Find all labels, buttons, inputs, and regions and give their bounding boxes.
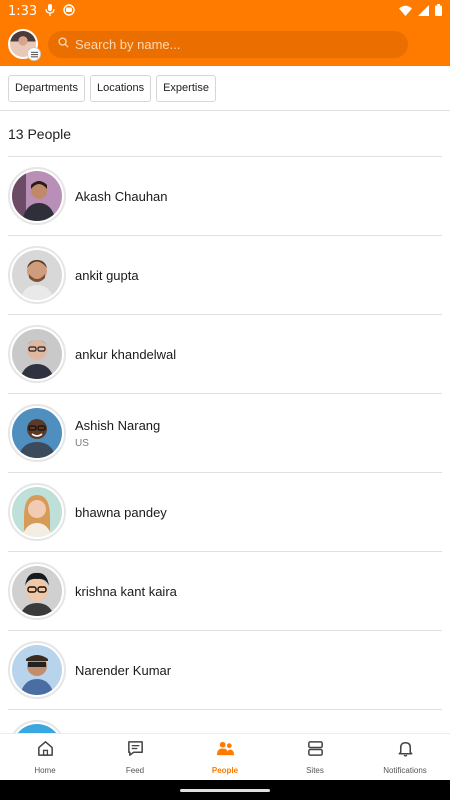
avatar [8,483,66,541]
microphone-icon [45,3,55,19]
filter-bar: Departments Locations Expertise [0,66,450,111]
avatar [8,720,66,733]
person-name: krishna kant kaira [75,583,177,599]
person-name: bhawna pandey [75,504,167,520]
filter-departments[interactable]: Departments [8,74,85,102]
profile-menu-button[interactable] [8,29,41,61]
person-name: Akash Chauhan [75,188,168,204]
system-nav-bar [0,780,450,800]
avatar [8,246,66,304]
status-time: 1:33 [8,3,38,19]
avatar [8,325,66,383]
list-item[interactable]: ankur khandelwal [8,315,442,394]
person-name: ankit gupta [75,267,139,283]
search-icon [58,35,69,53]
nav-feed[interactable]: Feed [90,734,180,780]
nav-sites[interactable]: Sites [270,734,360,780]
sites-icon [306,739,325,763]
people-icon [216,739,235,763]
people-count: 13 People [8,111,442,157]
gesture-handle[interactable] [180,789,270,792]
filter-locations[interactable]: Locations [89,74,152,102]
nav-label: People [211,766,239,775]
home-icon [36,739,55,763]
list-item[interactable]: Akash Chauhan [8,157,442,236]
list-item[interactable]: krishna kant kaira [8,552,442,631]
nav-label: Home [34,766,56,775]
list-item[interactable]: Narender Kumar [8,631,442,710]
bell-icon [396,739,415,763]
search-input[interactable] [75,36,398,52]
person-name: Ashish Narang [75,417,161,433]
signal-icon [418,4,429,19]
avatar [8,641,66,699]
app-header [0,22,450,66]
avatar [8,167,66,225]
list-item[interactable]: bhawna pandey [8,473,442,552]
nav-label: Feed [125,766,145,775]
search-bar[interactable] [48,30,408,58]
people-list[interactable]: Akash Chauhan ankit gupta ankur khandelw… [8,157,442,733]
avatar [8,404,66,462]
nav-home[interactable]: Home [0,734,90,780]
person-location: US [75,437,89,449]
avatar [8,562,66,620]
list-item[interactable]: ankit gupta [8,236,442,315]
app-notification-icon [63,3,75,19]
person-name: Narender Kumar [75,662,172,678]
nav-people[interactable]: People [180,734,270,780]
nav-notifications[interactable]: Notifications [360,734,450,780]
wifi-icon [399,4,412,19]
nav-label: Notifications [383,766,427,775]
menu-icon [27,47,41,61]
bottom-nav: Home Feed People Sites Notifications [0,733,450,780]
person-name: ankur khandelwal [75,346,177,362]
nav-label: Sites [306,766,324,775]
battery-icon [435,3,442,19]
status-bar: 1:33 [0,0,450,22]
list-item[interactable]: Ashish Narang US [8,394,442,473]
feed-icon [126,739,145,763]
filter-expertise[interactable]: Expertise [156,74,216,102]
list-item[interactable] [8,710,442,733]
